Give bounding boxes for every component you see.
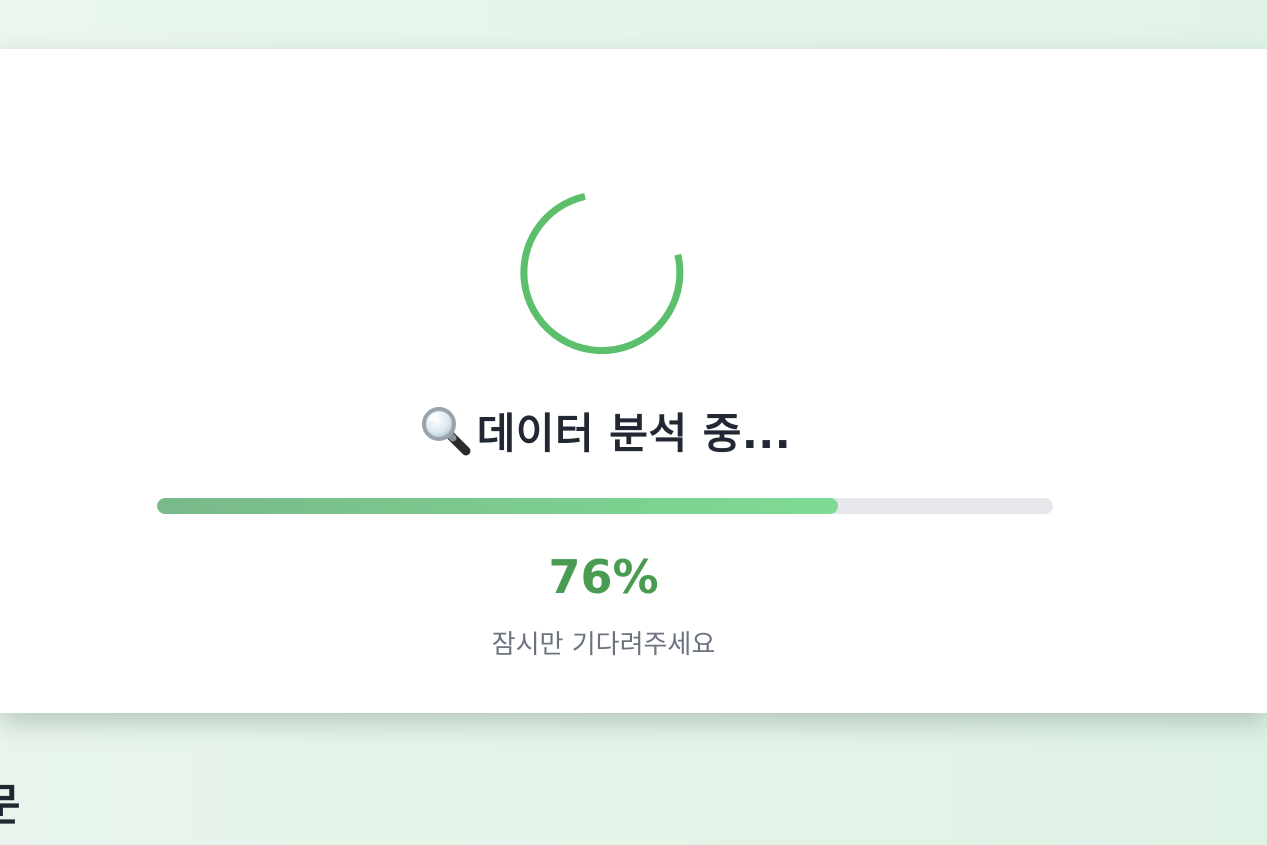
loading-title-text: 데이터 분석 중... (476, 409, 792, 458)
progress-bar-fill (157, 498, 838, 514)
loading-subtext: 잠시만 기다려주세요 (491, 630, 716, 660)
loading-title: 데이터 분석 중... (0, 404, 1210, 462)
loading-modal: 데이터 분석 중... 76% 잠시만 기다려주세요 (0, 49, 1267, 713)
progress-bar (157, 498, 1053, 514)
magnifying-glass-icon (421, 407, 471, 456)
progress-percent: 76% (548, 550, 659, 604)
loading-spinner (520, 192, 684, 354)
background-section-heading: 문 (0, 780, 21, 831)
page-top-band (0, 0, 1267, 49)
